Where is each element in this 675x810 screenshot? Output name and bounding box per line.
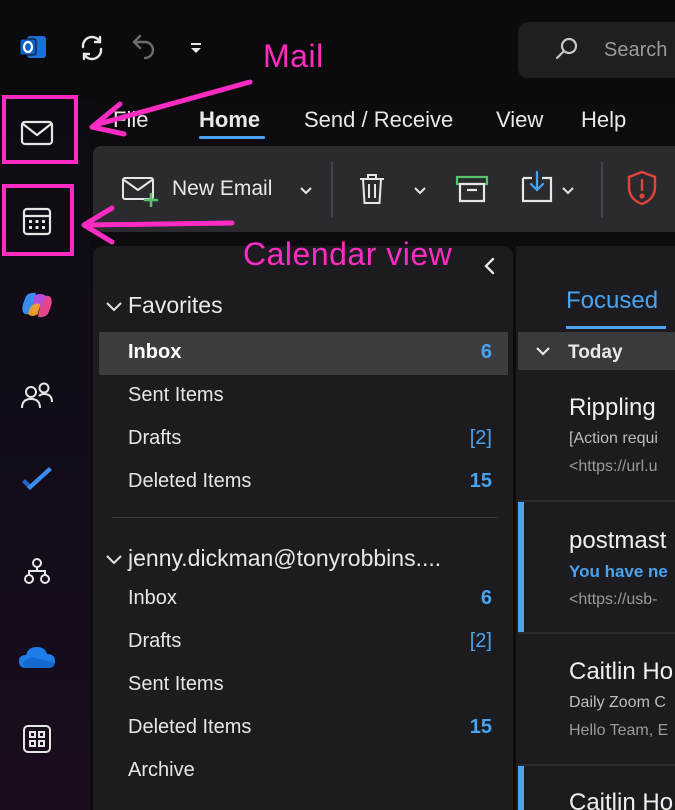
message-subject: [Action requi: [569, 430, 658, 447]
message-sender: Caitlin Ho: [569, 789, 674, 810]
mail-annotation: Mail: [263, 38, 324, 74]
message-separator: [518, 632, 675, 634]
unread-count: 15: [469, 716, 492, 738]
chevron-down-icon: [106, 301, 122, 311]
favorites-header[interactable]: Favorites: [104, 292, 223, 319]
tab-view[interactable]: View: [496, 107, 543, 133]
message-sender: postmast: [569, 527, 667, 554]
delete-icon[interactable]: [355, 170, 389, 208]
unread-indicator: [518, 766, 524, 810]
message-sender: Caitlin Ho: [569, 658, 674, 685]
account-label: jenny.dickman@tonyrobbins....: [128, 545, 442, 571]
tab-help[interactable]: Help: [581, 107, 626, 133]
tab-focused[interactable]: Focused: [566, 287, 658, 315]
message-sender: Rippling: [569, 394, 656, 421]
chevron-down-icon: [536, 347, 550, 356]
apps-icon[interactable]: [6, 708, 68, 770]
message-separator: [518, 764, 675, 766]
move-dropdown-icon[interactable]: [559, 182, 577, 200]
folder-favorites-drafts[interactable]: Drafts [2]: [99, 418, 508, 461]
folder-account-inbox[interactable]: Inbox 6: [99, 578, 508, 621]
message-subject: Daily Zoom C: [569, 694, 666, 711]
search-icon: [554, 36, 580, 62]
customize-toolbar-icon[interactable]: [184, 36, 208, 60]
folder-account-sent-items[interactable]: Sent Items: [99, 664, 508, 707]
folder-label: Deleted Items: [128, 716, 252, 738]
message-separator: [518, 500, 675, 502]
outlook-logo-icon: [18, 32, 48, 62]
delete-dropdown-icon[interactable]: [411, 182, 429, 200]
ribbon-separator: [331, 162, 333, 218]
folder-favorites-sent-items[interactable]: Sent Items: [99, 375, 508, 418]
report-shield-icon[interactable]: [623, 168, 661, 208]
undo-icon[interactable]: [128, 30, 160, 62]
message-preview: <https://usb-: [569, 591, 658, 608]
unread-count: 15: [469, 470, 492, 492]
folder-label: Deleted Items: [128, 470, 252, 492]
folder-favorites-inbox[interactable]: Inbox 6: [99, 332, 508, 375]
mail-highlight-box: [2, 95, 78, 164]
message-preview: Hello Team, E: [569, 722, 669, 739]
folder-label: Sent Items: [128, 384, 224, 406]
message-preview: <https://url.u: [569, 458, 658, 475]
folder-label: Inbox: [128, 587, 177, 609]
new-email-button[interactable]: New Email: [172, 177, 272, 201]
unread-indicator: [518, 502, 524, 632]
message-subject: You have ne: [569, 562, 668, 581]
calendar-annotation: Calendar view: [243, 236, 453, 272]
onedrive-icon[interactable]: [6, 626, 68, 688]
archive-icon[interactable]: [454, 172, 490, 206]
tab-send-receive[interactable]: Send / Receive: [304, 107, 453, 133]
calendar-highlight-box: [2, 184, 74, 256]
unread-count: 6: [480, 587, 492, 609]
tab-file[interactable]: File: [113, 107, 148, 133]
search-placeholder: Search: [604, 39, 668, 61]
people-icon[interactable]: [6, 364, 68, 426]
draft-count: [2]: [469, 427, 492, 449]
copilot-icon[interactable]: [6, 274, 68, 336]
ribbon-toolbar: New Email: [93, 146, 675, 232]
todo-icon[interactable]: [6, 450, 68, 512]
folder-label: Inbox: [128, 341, 182, 363]
group-label: Today: [568, 342, 623, 363]
unread-count: 6: [480, 341, 492, 363]
collapse-pane-icon[interactable]: [479, 255, 501, 277]
active-tab-indicator: [199, 136, 265, 139]
folder-label: Sent Items: [128, 673, 224, 695]
favorites-label: Favorites: [128, 292, 223, 318]
ribbon-separator: [601, 162, 603, 218]
new-email-icon[interactable]: [120, 174, 160, 208]
folder-favorites-deleted-items[interactable]: Deleted Items 15: [99, 461, 508, 504]
folder-account-archive[interactable]: Archive: [99, 750, 508, 793]
folder-account-deleted-items[interactable]: Deleted Items 15: [99, 707, 508, 750]
folder-account-drafts[interactable]: Drafts [2]: [99, 621, 508, 664]
search-box[interactable]: Search: [518, 22, 675, 78]
tab-home[interactable]: Home: [199, 107, 260, 133]
org-chart-icon[interactable]: [6, 540, 68, 602]
folder-label: Drafts: [128, 427, 182, 449]
draft-count: [2]: [469, 630, 492, 652]
folder-label: Archive: [128, 759, 195, 781]
focused-tab-indicator: [566, 326, 666, 329]
folder-label: Drafts: [128, 630, 182, 652]
move-icon[interactable]: [519, 168, 555, 206]
chevron-down-icon: [106, 554, 122, 564]
pane-divider: [112, 517, 497, 518]
sync-icon[interactable]: [76, 32, 108, 64]
new-email-dropdown-icon[interactable]: [297, 182, 315, 200]
account-header[interactable]: jenny.dickman@tonyrobbins....: [104, 545, 441, 572]
